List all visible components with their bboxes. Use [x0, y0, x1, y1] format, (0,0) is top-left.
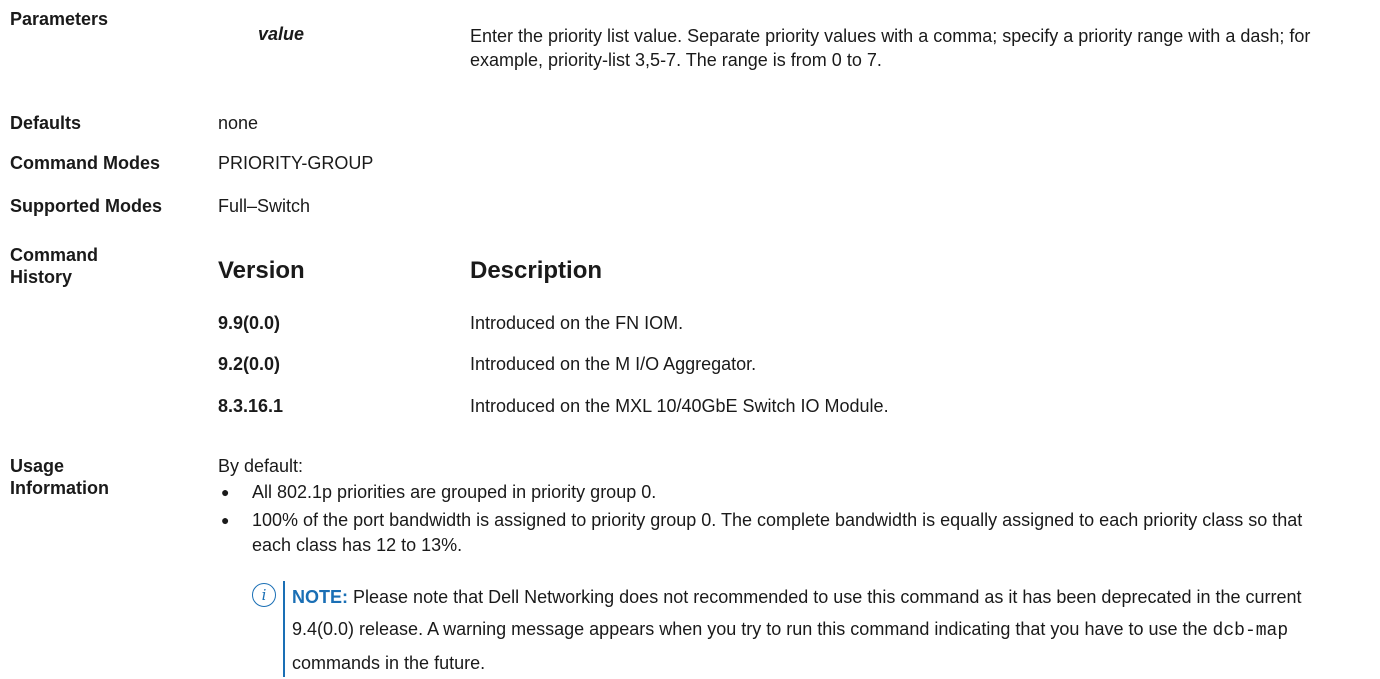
note-accent-bar: [283, 581, 285, 677]
history-description-cell: Introduced on the MXL 10/40GbE Switch IO…: [470, 396, 889, 416]
supported-modes-value: Full–Switch: [218, 196, 311, 216]
parameter-description: Enter the priority list value. Separate …: [470, 26, 1311, 70]
command-history-label: Command History: [10, 244, 98, 288]
history-version-cell: 9.9(0.0): [218, 313, 281, 333]
command-history-label-line1: Command: [10, 245, 99, 265]
list-item: ● 100% of the port bandwidth is assigned…: [218, 508, 1328, 558]
history-version-cell: 9.2(0.0): [218, 354, 281, 374]
bullet-text: 100% of the port bandwidth is assigned t…: [252, 510, 1303, 555]
note-code: dcb-map: [1212, 621, 1289, 641]
usage-bullet-list: ● All 802.1p priorities are grouped in p…: [218, 480, 1328, 561]
history-description-cell: Introduced on the M I/O Aggregator.: [470, 354, 757, 374]
list-item: ● All 802.1p priorities are grouped in p…: [218, 480, 1328, 505]
parameters-label: Parameters: [10, 9, 109, 29]
supported-modes-label: Supported Modes: [10, 196, 162, 216]
bullet-icon: ●: [221, 512, 230, 528]
note-label: NOTE:: [292, 587, 348, 607]
command-history-label-line2: History: [10, 267, 73, 287]
defaults-value: none: [218, 113, 259, 133]
usage-label-line1: Usage: [10, 456, 65, 476]
note-text-after: commands in the future.: [292, 653, 486, 673]
defaults-label: Defaults: [10, 113, 82, 133]
bullet-icon: ●: [221, 484, 230, 500]
command-modes-value: PRIORITY-GROUP: [218, 153, 374, 173]
note-body: NOTE: Please note that Dell Networking d…: [292, 581, 1342, 679]
history-description-cell: Introduced on the FN IOM.: [470, 313, 684, 333]
history-description-header: Description: [470, 257, 603, 284]
history-version-cell: 8.3.16.1: [218, 396, 284, 416]
command-modes-label: Command Modes: [10, 153, 161, 173]
bullet-text: All 802.1p priorities are grouped in pri…: [252, 482, 657, 502]
usage-intro: By default:: [218, 456, 304, 476]
note-text-before: Please note that Dell Networking does no…: [292, 587, 1302, 639]
parameter-name: value: [258, 24, 305, 44]
usage-information-label: Usage Information: [10, 455, 109, 499]
usage-label-line2: Information: [10, 478, 109, 498]
history-version-header: Version: [218, 257, 305, 284]
info-icon: i: [252, 583, 276, 607]
